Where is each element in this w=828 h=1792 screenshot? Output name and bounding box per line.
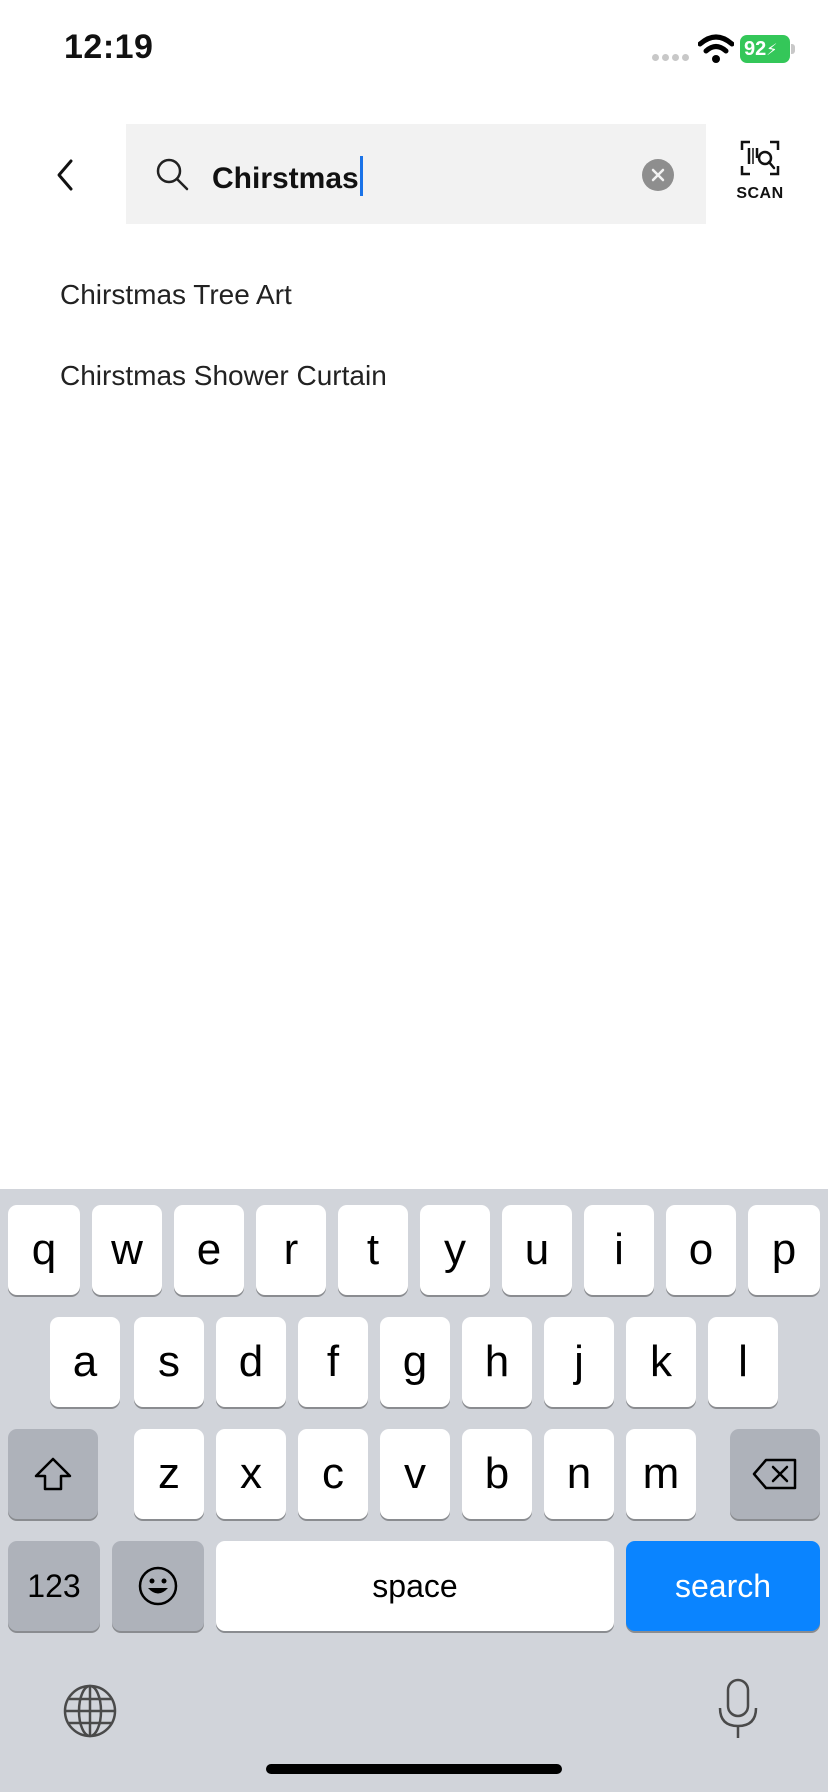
- close-icon: [651, 168, 665, 182]
- scan-label: SCAN: [736, 185, 784, 202]
- status-bar: 12:19 92⚡: [0, 0, 828, 100]
- key-x[interactable]: x: [216, 1429, 286, 1519]
- backspace-key[interactable]: [730, 1429, 820, 1519]
- key-u[interactable]: u: [502, 1205, 572, 1295]
- globe-icon[interactable]: [62, 1683, 118, 1739]
- key-c[interactable]: c: [298, 1429, 368, 1519]
- key-z[interactable]: z: [134, 1429, 204, 1519]
- key-t[interactable]: t: [338, 1205, 408, 1295]
- suggestion-list: Chirstmas Tree Art Chirstmas Shower Curt…: [60, 270, 387, 432]
- key-f[interactable]: f: [298, 1317, 368, 1407]
- emoji-key[interactable]: [112, 1541, 204, 1631]
- key-a[interactable]: a: [50, 1317, 120, 1407]
- key-d[interactable]: d: [216, 1317, 286, 1407]
- key-o[interactable]: o: [666, 1205, 736, 1295]
- key-l[interactable]: l: [708, 1317, 778, 1407]
- wifi-icon: [698, 34, 734, 63]
- key-s[interactable]: s: [134, 1317, 204, 1407]
- charging-bolt-icon: ⚡: [766, 42, 778, 59]
- key-p[interactable]: p: [748, 1205, 820, 1295]
- home-indicator: [266, 1764, 562, 1774]
- key-e[interactable]: e: [174, 1205, 244, 1295]
- key-m[interactable]: m: [626, 1429, 696, 1519]
- clear-search-button[interactable]: [642, 159, 674, 191]
- key-n[interactable]: n: [544, 1429, 614, 1519]
- key-q[interactable]: q: [8, 1205, 80, 1295]
- numbers-key[interactable]: 123: [8, 1541, 100, 1631]
- microphone-icon[interactable]: [714, 1678, 762, 1740]
- battery-indicator: 92⚡: [740, 35, 790, 63]
- key-y[interactable]: y: [420, 1205, 490, 1295]
- emoji-icon: [138, 1566, 178, 1606]
- text-caret: [359, 156, 363, 196]
- search-field[interactable]: Chirstmas: [126, 124, 706, 224]
- barcode-scan-icon: [740, 140, 780, 176]
- suggestion-item[interactable]: Chirstmas Shower Curtain: [60, 351, 387, 432]
- search-query: Chirstmas: [212, 162, 359, 195]
- shift-key[interactable]: [8, 1429, 98, 1519]
- back-button[interactable]: [40, 150, 90, 200]
- scan-button[interactable]: SCAN: [730, 140, 790, 210]
- key-b[interactable]: b: [462, 1429, 532, 1519]
- key-v[interactable]: v: [380, 1429, 450, 1519]
- key-i[interactable]: i: [584, 1205, 654, 1295]
- battery-cap: [791, 44, 795, 54]
- key-g[interactable]: g: [380, 1317, 450, 1407]
- search-icon: [156, 158, 189, 191]
- backspace-icon: [752, 1458, 797, 1490]
- search-key[interactable]: search: [626, 1541, 820, 1631]
- cellular-signal-icon: [652, 54, 692, 62]
- space-key[interactable]: space: [216, 1541, 614, 1631]
- search-input[interactable]: Chirstmas: [212, 156, 363, 197]
- status-time: 12:19: [64, 28, 154, 66]
- key-w[interactable]: w: [92, 1205, 162, 1295]
- key-h[interactable]: h: [462, 1317, 532, 1407]
- shift-arrow-icon: [34, 1457, 72, 1491]
- suggestion-item[interactable]: Chirstmas Tree Art: [60, 270, 387, 351]
- key-j[interactable]: j: [544, 1317, 614, 1407]
- key-k[interactable]: k: [626, 1317, 696, 1407]
- chevron-left-icon: [57, 159, 73, 191]
- key-r[interactable]: r: [256, 1205, 326, 1295]
- battery-level: 92: [744, 38, 767, 60]
